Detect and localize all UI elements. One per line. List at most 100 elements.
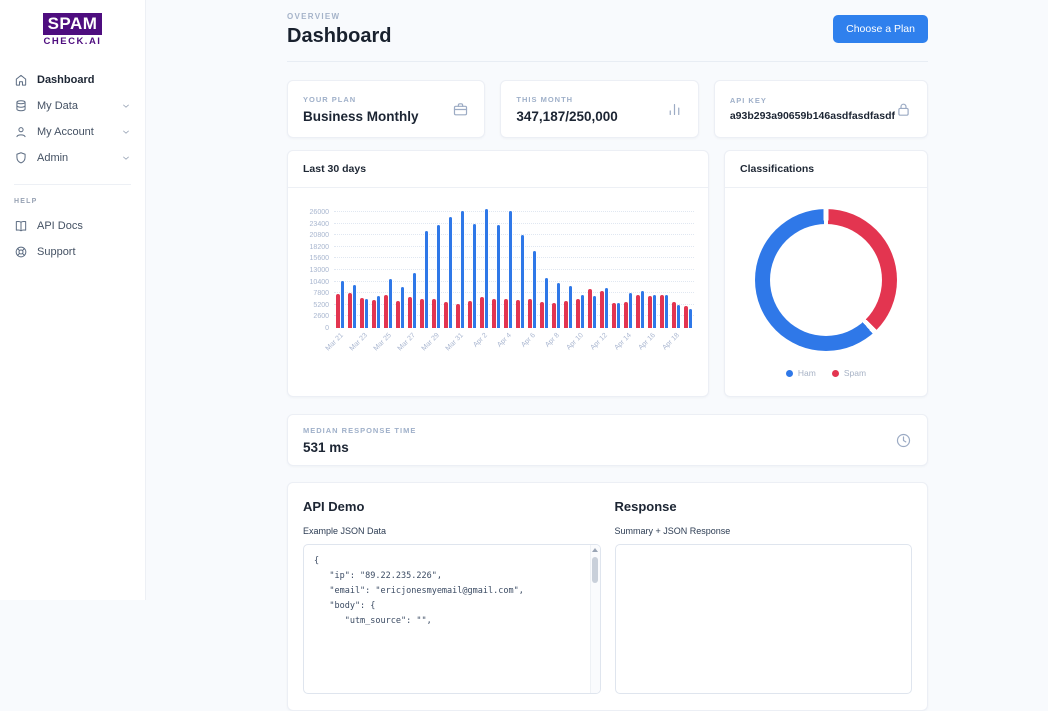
api-demo-card: API Demo Example JSON Data { "ip": "89.2… [287,482,928,711]
page-header: OVERVIEW Dashboard Choose a Plan [287,12,928,48]
ham-bar [532,250,537,328]
ham-bar [496,225,501,328]
bar-group-mar-23: Mar 23 [349,212,370,352]
y-axis-tick-label: 26000 [309,209,329,216]
sidebar-item-label: Dashboard [37,73,95,86]
example-json-code[interactable]: { "ip": "89.22.235.226", "email": "ericj… [304,545,590,693]
y-axis-tick-label: 7800 [313,290,329,298]
scrollbar-up-arrow-icon[interactable] [592,548,598,552]
legend-label: Ham [797,368,816,378]
sidebar-item-api-docs[interactable]: API Docs [0,213,145,239]
header-divider [287,61,928,62]
spam-bar [479,297,484,328]
stats-row: YOUR PLAN Business Monthly THIS MONTH 347,1… [287,80,929,138]
ham-bar [484,208,489,328]
logo-spam-text: SPAM [42,13,103,35]
spam-bar [467,301,472,328]
bar-group-apr-7 [538,212,550,328]
sidebar-item-support[interactable]: Support [0,239,145,265]
spam-bar [599,290,604,328]
bar-group-apr-8: Apr 8 [544,212,562,349]
ham-bar [676,305,681,328]
bar-group-apr-13 [610,212,622,328]
spam-bar [371,299,376,328]
spam-bar [659,295,664,328]
spam-bar [395,300,400,328]
legend-item-spam[interactable]: Spam [831,368,866,378]
database-icon [14,99,28,113]
ham-bar [448,216,453,328]
bar-chart-card: Last 30 days 0 2600 5200 7800 10400 13000 1560… [287,150,709,397]
legend-dot [831,369,839,377]
charts-row: Last 30 days 0 2600 5200 7800 10400 13000 1560… [287,150,928,397]
sidebar-item-my-account[interactable]: My Account [0,119,145,145]
choose-plan-button[interactable]: Choose a Plan [833,15,928,43]
code-scrollbar[interactable] [589,545,600,693]
ham-bar [628,292,633,328]
page-title: Dashboard [287,25,392,47]
spam-bar [539,301,544,328]
ham-bar [376,296,381,328]
stat-card-api-key: API KEY a93b293a90659b146asdfasdfasdf [713,80,929,138]
app-logo: SPAM CHECK.AI [0,13,145,47]
stat-label: THIS MONTH [516,94,574,104]
response-heading: Response [614,499,677,514]
ham-bar [592,295,597,328]
ham-bar [472,224,477,328]
bar-group-mar-24 [370,212,382,328]
stat-value: 347,187/250,000 [516,108,618,124]
bar-group-apr-17 [658,212,670,328]
stat-label: YOUR PLAN [303,94,357,104]
ham-bar [424,231,429,328]
example-json-input[interactable]: { "ip": "89.22.235.226", "email": "ericj… [303,544,601,694]
spam-bar [515,300,520,328]
sidebar-item-admin[interactable]: Admin [0,145,145,171]
spam-bar [575,299,580,328]
sidebar-item-label: API Docs [37,219,83,232]
spam-bar [623,302,628,328]
scrollbar-thumb[interactable] [592,557,598,583]
bar-group-apr-14: Apr 14 [613,212,634,352]
logo-check-text: CHECK.AI [43,35,102,47]
response-column: Response Summary + JSON Response [614,499,912,694]
bar-group-apr-4: Apr 4 [496,211,514,349]
ham-bar [508,211,513,328]
ham-bar [364,299,369,328]
breadcrumb: OVERVIEW [287,12,341,21]
sidebar-item-dashboard[interactable]: Dashboard [0,67,145,93]
y-axis-tick-label: 20800 [309,232,329,240]
home-icon [14,73,28,87]
clock-icon [895,432,912,449]
spam-bar [647,295,652,328]
ham-bar [400,286,405,328]
sidebar-help-nav: API Docs Support [0,213,145,265]
spam-bar [347,292,352,328]
legend-item-ham[interactable]: Ham [785,368,816,378]
y-axis-tick-label: 23400 [309,220,329,228]
bar-group-apr-16: Apr 16 [637,212,658,352]
y-axis-tick-label: 2600 [313,313,329,321]
y-axis-tick-label: 10400 [309,278,329,286]
chevron-down-icon [121,127,131,137]
bar-group-mar-27: Mar 27 [397,212,418,352]
ham-bar [652,294,657,328]
sidebar-nav: Dashboard My Data My Account Admin [0,67,145,171]
api-demo-column: API Demo Example JSON Data { "ip": "89.2… [303,499,601,694]
bar-group-apr-15 [634,212,646,328]
donut-chart [755,209,897,351]
ham-bar [616,303,621,328]
ham-bar [664,294,669,328]
bar-chart-icon [666,101,683,118]
sidebar-item-my-data[interactable]: My Data [0,93,145,119]
shield-icon [14,151,28,165]
lock-icon [895,101,912,118]
ham-bar [388,278,393,328]
spam-bar [419,299,424,328]
sidebar-item-label: Support [37,245,76,258]
book-icon [14,219,28,233]
y-axis-tick-label: 15600 [309,255,329,263]
ham-bar [604,287,609,328]
bar-chart-body: 0 2600 5200 7800 10400 13000 15600 18200 20800 23… [288,188,708,396]
donut-chart-title: Classifications [725,151,927,188]
briefcase-icon [452,101,469,118]
